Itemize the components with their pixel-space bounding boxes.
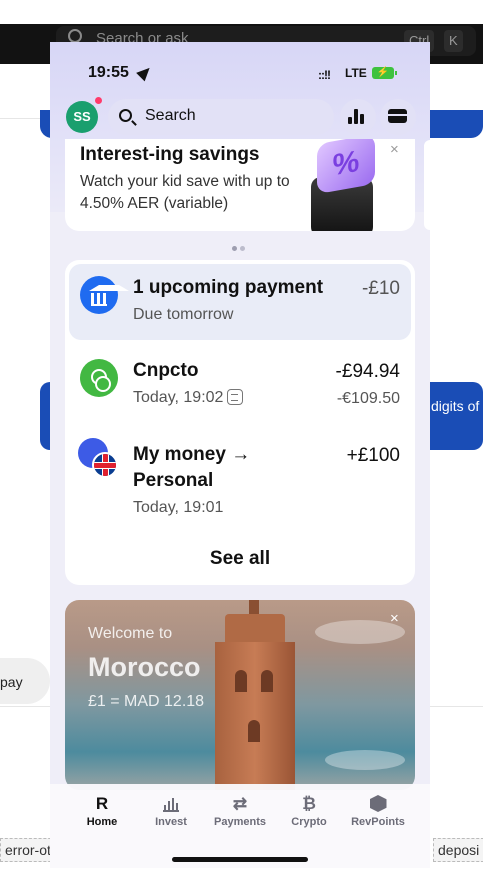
signal-icon: ::!!	[318, 68, 331, 82]
next-promo-card-edge[interactable]	[424, 140, 430, 230]
background-pay-text: pay	[0, 674, 23, 690]
exchange-rate: £1 = MAD 12.18	[88, 693, 205, 710]
home-indicator	[172, 857, 308, 862]
minaret-tower	[215, 642, 295, 790]
minaret-window	[248, 720, 260, 742]
see-all-button[interactable]: See all	[65, 548, 415, 570]
minaret-window	[261, 670, 273, 692]
background-message-text: digits of	[431, 398, 480, 414]
promo-card[interactable]: Interest-ing savings Watch your kid save…	[65, 139, 415, 231]
notification-dot	[95, 97, 102, 104]
tab-payments[interactable]: ⇄ Payments	[205, 794, 275, 828]
travel-welcome: Welcome to	[88, 625, 173, 642]
bank-icon	[80, 276, 129, 314]
bottom-tab-bar: R Home Invest ⇄ Payments ₿ Crypto RevPoi…	[50, 784, 430, 868]
tab-label: Invest	[155, 816, 187, 828]
close-icon[interactable]: ×	[390, 610, 399, 627]
revpoints-icon	[343, 794, 413, 814]
tab-label: Crypto	[291, 816, 327, 828]
tab-label: Payments	[214, 816, 266, 828]
transaction-amount-secondary: -€109.50	[336, 390, 400, 407]
tab-invest[interactable]: Invest	[136, 794, 206, 828]
transaction-amount: -£94.94	[335, 361, 400, 382]
uk-flag-icon	[92, 452, 118, 478]
home-icon: R	[95, 794, 109, 813]
promo-body: Watch your kid save with up to 4.50% AER…	[80, 173, 290, 212]
bar-chart-icon	[348, 108, 366, 124]
upcoming-subtitle: Due tomorrow	[133, 306, 234, 323]
transaction-title[interactable]: My money → Personal	[133, 442, 313, 494]
background-chip-left[interactable]: error-ot	[0, 838, 56, 862]
search-input[interactable]	[108, 99, 334, 135]
search-icon	[119, 109, 132, 122]
cloud	[325, 750, 405, 770]
crypto-icon: ₿	[302, 794, 316, 813]
crypto-coin-icon	[80, 359, 118, 397]
background-chip-right[interactable]: deposi	[433, 838, 483, 862]
travel-country: Morocco	[88, 652, 201, 682]
upcoming-amount: -£10	[361, 278, 400, 299]
card-icon	[388, 109, 407, 123]
phone-screen: 19:55 ::!! LTE ⚡ SS Search Interest-ing …	[50, 42, 430, 868]
invest-icon	[136, 794, 206, 814]
tab-crypto[interactable]: ₿ Crypto	[274, 794, 344, 828]
search-icon	[68, 29, 82, 43]
receipt-icon	[227, 389, 244, 405]
minaret-window	[235, 670, 247, 692]
tab-home[interactable]: R Home	[67, 794, 137, 828]
transactions-card: 1 upcoming payment Due tomorrow -£10 Cnp…	[65, 260, 415, 585]
transaction-amount: +£100	[346, 445, 400, 466]
tab-revpoints[interactable]: RevPoints	[343, 794, 413, 828]
battery-icon: ⚡	[372, 67, 397, 79]
promo-title: Interest-ing savings	[80, 144, 260, 165]
close-icon[interactable]: ×	[390, 141, 399, 158]
avatar[interactable]: SS	[66, 101, 98, 133]
transaction-title[interactable]: Cnpcto	[133, 358, 198, 384]
upcoming-title: 1 upcoming payment	[133, 277, 324, 298]
carousel-dots	[232, 238, 248, 256]
transaction-subtitle: Today, 19:02	[133, 389, 244, 407]
status-time: 19:55	[88, 64, 129, 81]
travel-card[interactable]: Welcome to Morocco £1 = MAD 12.18 ×	[65, 600, 415, 790]
tab-label: Home	[86, 816, 118, 828]
payments-icon: ⇄	[232, 794, 248, 813]
network-type: LTE	[345, 66, 367, 80]
tab-label: RevPoints	[351, 816, 405, 828]
kbd-k: K	[444, 30, 463, 52]
savings-coin-illustration: %	[309, 139, 381, 231]
search-label: Search	[145, 107, 196, 124]
transaction-subtitle: Today, 19:01	[133, 499, 224, 516]
